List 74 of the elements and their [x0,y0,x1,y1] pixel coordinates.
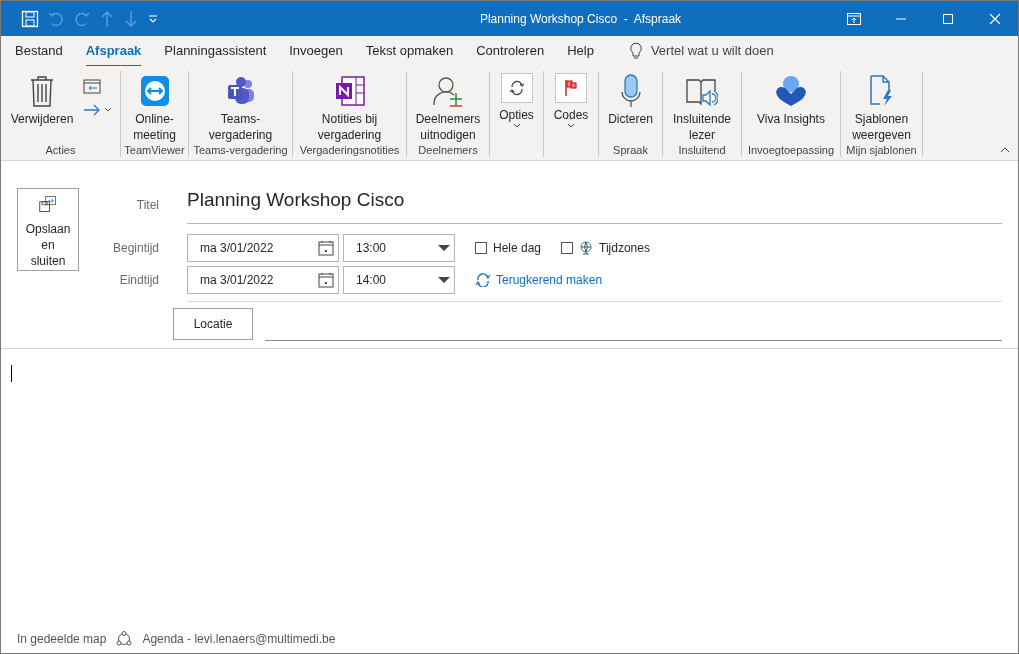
ribbon-group-label: Spraak [612,144,649,157]
window-title: Planning Workshop Cisco - Afspraak [478,10,683,28]
tell-me-search[interactable]: Vertel wat u wilt doen [622,40,780,62]
ribbon-button[interactable]: Viva Insights [753,71,829,144]
status-calendar: Agenda - levi.lenaers@multimedi.be [142,631,336,648]
dropdown-arrow-icon [438,275,450,284]
lightbulb-icon [628,42,643,60]
close-icon[interactable] [988,12,1001,25]
ribbon-group-label: Insluitend [677,144,727,157]
calendar-icon [318,271,334,288]
microphone-icon [619,74,642,108]
dropdown-caret-icon [104,107,113,113]
globe-icon [579,240,594,255]
maximize-icon[interactable] [941,12,954,25]
ribbon-group-label: Deelnemers [417,144,479,157]
recurrence-icon [475,272,491,287]
ribbon-button[interactable]: Online-meeting [123,71,186,144]
ribbon-tab[interactable]: Bestand [7,37,78,65]
person-plus-icon [432,75,464,107]
ribbon-tab[interactable]: Invoegen [281,37,358,65]
recurrence-link[interactable]: Terugkerend maken [475,270,603,289]
checkbox[interactable] [561,241,574,254]
ribbon-button[interactable]: Dicteren [604,71,657,144]
status-folder: In gedeelde map [17,631,107,648]
sync-icon [508,80,525,96]
title-field[interactable]: Planning Workshop Cisco [187,186,1002,224]
ribbon-tab[interactable]: Help [559,37,609,65]
ribbon-button[interactable]: Verwijderen [6,71,78,144]
dropdown-caret-icon [512,123,521,129]
checkbox-label: Tijdzones [599,239,650,257]
dropdown-caret-icon [567,123,575,129]
checkbox-label: Hele dag [493,239,542,257]
ribbon-tab[interactable]: Tekst opmaken [357,37,469,65]
calendar-icon [318,239,334,256]
save-and-close-button[interactable]: Opslaan en sluiten [17,188,79,271]
notebook-n-icon [333,75,366,107]
field-label: Begintijd [111,239,160,257]
ribbon-button[interactable]: Teams-vergadering [191,71,290,144]
ribbon-button[interactable]: Codes [549,71,593,144]
ribbon-display-icon[interactable] [846,12,861,25]
heart-shape-icon [774,75,808,107]
ribbon-button[interactable]: Notities bij vergadering [295,71,404,144]
date-field[interactable]: ma 3/01/2022 [187,265,339,294]
ribbon-button[interactable]: Insluitende lezer [665,71,739,144]
remote-arrows-icon [139,75,170,107]
time-dropdown[interactable]: 13:00 [343,233,455,262]
field-label: Eindtijd [118,271,160,289]
location-button[interactable]: Locatie [173,307,253,340]
ribbon-button[interactable]: Sjablonen weergeven [843,71,920,144]
ribbon-tab[interactable]: Afspraak [77,37,157,65]
trash-icon [28,75,56,107]
ribbon-group-label: Teams-vergadering [192,144,289,157]
flag-icon [564,79,578,97]
customize-icon[interactable] [147,12,159,25]
ribbon-group-label: Vergaderingsnotities [298,144,401,157]
ribbon-tab[interactable]: Controleren [468,37,560,65]
save-icon[interactable] [21,9,39,28]
people-t-icon [225,76,256,106]
collapse-ribbon-icon[interactable] [1000,146,1010,153]
ribbon-button[interactable]: Deelnemers uitnodigen [409,71,487,144]
ribbon-group-label: TeamViewer [123,144,186,157]
ribbon-button[interactable]: Opties [495,71,538,144]
time-dropdown[interactable]: 14:00 [343,265,455,294]
field-label: Titel [135,196,160,214]
right-arrow-icon [83,104,102,116]
text-cursor [11,365,12,382]
shared-circle-icon [116,631,133,647]
ribbon-tab[interactable]: Planningassistent [156,37,282,65]
date-field[interactable]: ma 3/01/2022 [187,233,339,262]
ribbon-group-label: Mijn sjablonen [845,144,918,157]
dropdown-arrow-icon [438,243,450,252]
ribbon-group-label: Invoegtoepassing [746,144,836,157]
ribbon-group-label: Acties [44,144,77,157]
checkbox[interactable] [475,241,487,254]
